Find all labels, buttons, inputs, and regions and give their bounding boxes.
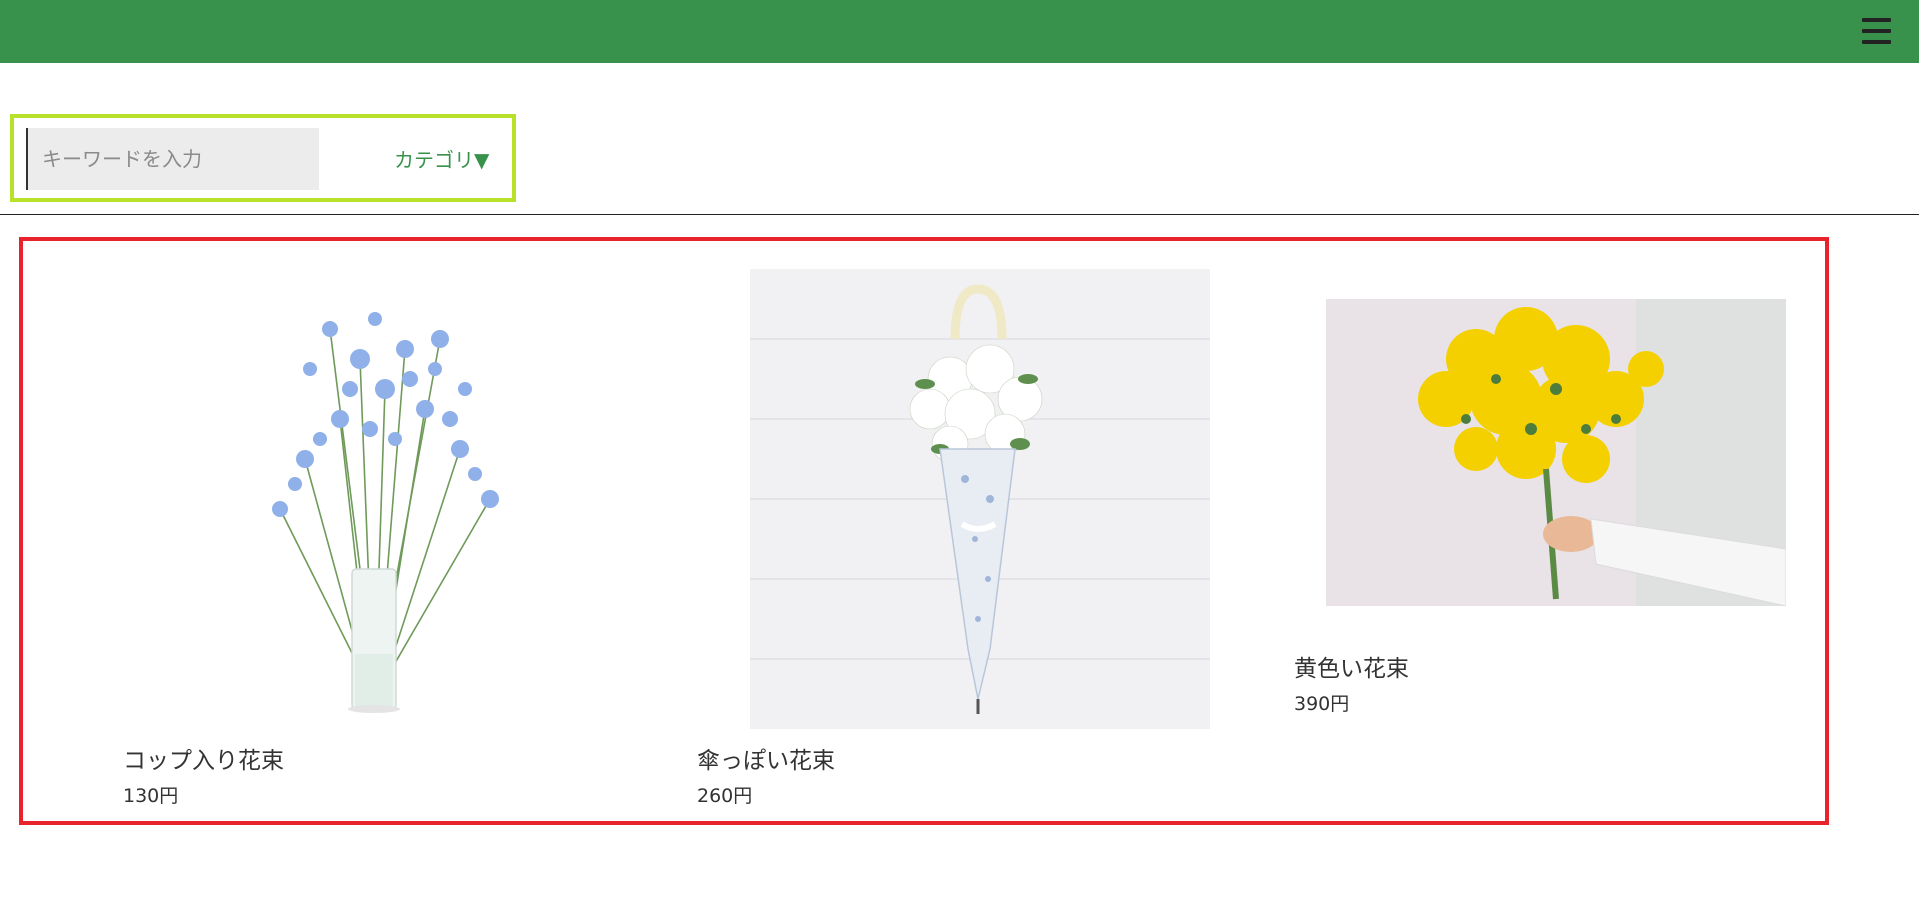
product-list: コップ入り花束 130円 傘っぽい花束 260円 黄色い花束 390円: [19, 237, 1829, 825]
product-price: 390円: [1294, 693, 1350, 715]
top-header-bar: [0, 0, 1919, 63]
section-divider: [0, 214, 1919, 215]
search-panel: カテゴリ▼: [10, 114, 516, 202]
hamburger-menu-icon[interactable]: [1862, 18, 1891, 45]
product-name[interactable]: 黄色い花束: [1294, 649, 1409, 683]
product-price: 260円: [697, 785, 753, 807]
product-card[interactable]: 黄色い花束 390円: [1163, 241, 1823, 821]
product-image-yellow-bouquet[interactable]: [1326, 299, 1786, 606]
product-name[interactable]: 傘っぽい花束: [697, 741, 835, 775]
product-image-white-bouquet[interactable]: [750, 269, 1210, 729]
product-price: 130円: [123, 785, 179, 807]
product-card[interactable]: コップ入り花束 130円: [23, 241, 583, 821]
keyword-search-input[interactable]: [26, 128, 319, 190]
product-card[interactable]: 傘っぽい花束 260円: [583, 241, 1210, 821]
product-name[interactable]: コップ入り花束: [123, 741, 284, 775]
product-image-blue-flowers[interactable]: [210, 269, 558, 731]
category-dropdown-button[interactable]: カテゴリ▼: [394, 144, 489, 173]
